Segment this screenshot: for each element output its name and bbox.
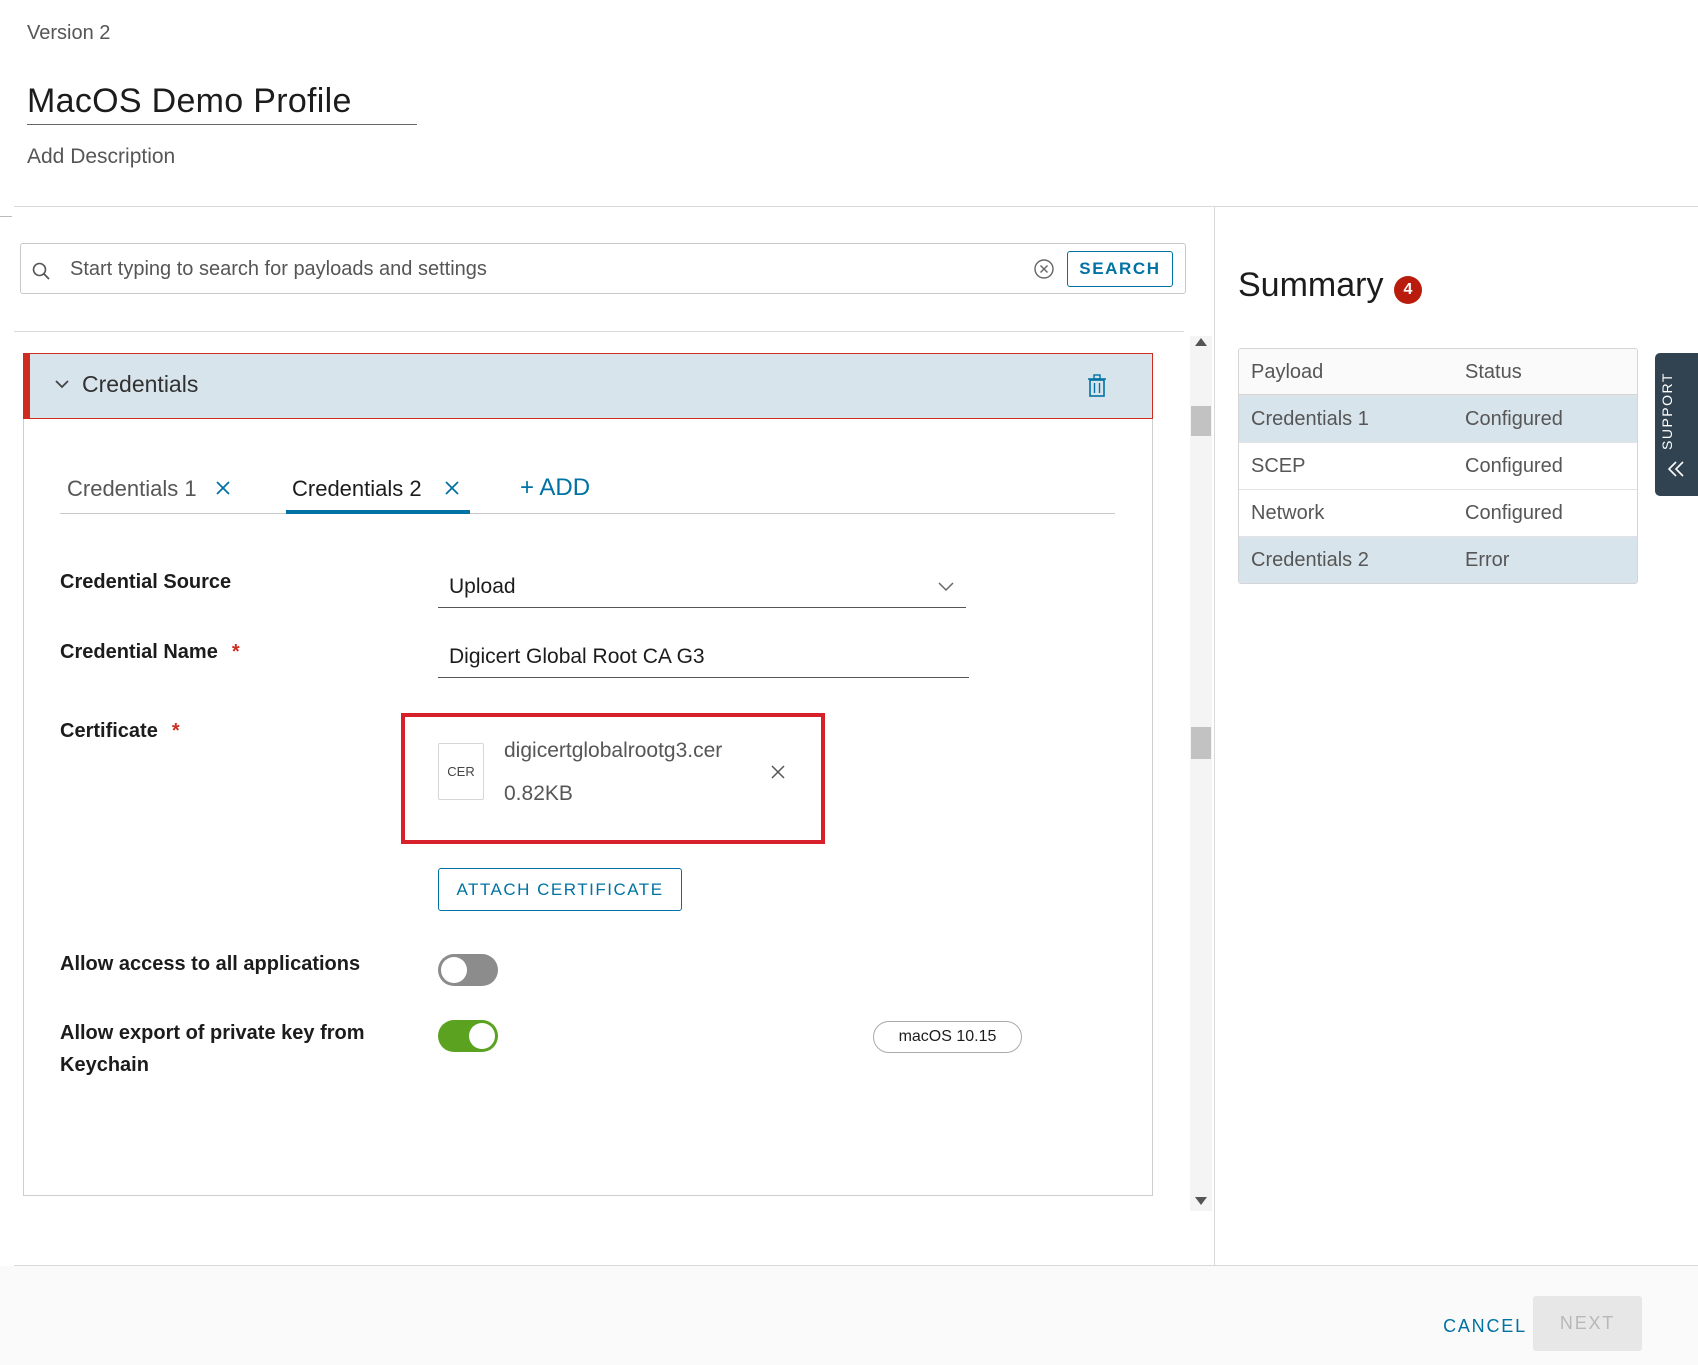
toggle-knob: [441, 957, 467, 983]
credential-name-label-text: Credential Name: [60, 641, 218, 663]
title-underline: [27, 124, 417, 125]
close-tab-icon[interactable]: [443, 479, 461, 497]
row-payload: Credentials 1: [1251, 408, 1369, 430]
table-row[interactable]: Network Configured: [1239, 489, 1637, 536]
trash-icon[interactable]: [1087, 374, 1107, 397]
footer-divider: [14, 1265, 1698, 1266]
required-mark: *: [231, 641, 240, 663]
scroll-down-arrow-icon[interactable]: [1195, 1197, 1207, 1205]
left-edge-tick: [0, 216, 12, 217]
scrollbar-thumb[interactable]: [1191, 406, 1211, 436]
clear-search-icon[interactable]: [1033, 258, 1055, 280]
certificate-file-icon: CER: [438, 743, 484, 800]
scroll-up-arrow-icon[interactable]: [1195, 338, 1207, 346]
search-icon: [32, 262, 50, 280]
version-label: Version 2: [27, 22, 111, 44]
table-row[interactable]: Credentials 1 Configured: [1239, 395, 1637, 442]
allow-export-toggle[interactable]: [438, 1020, 498, 1052]
summary-divider: [1214, 206, 1215, 1266]
scrollbar-marker[interactable]: [1191, 727, 1211, 759]
add-description-link[interactable]: Add Description: [27, 145, 175, 169]
row-status: Configured: [1465, 408, 1563, 430]
allow-access-toggle[interactable]: [438, 954, 498, 986]
search-input[interactable]: [70, 255, 1010, 283]
search-divider: [14, 331, 1184, 332]
search-button[interactable]: SEARCH: [1067, 251, 1173, 287]
allow-access-label: Allow access to all applications: [60, 953, 361, 975]
row-status: Error: [1465, 549, 1510, 571]
table-row[interactable]: SCEP Configured: [1239, 442, 1637, 489]
required-mark: *: [171, 720, 180, 742]
profile-title[interactable]: MacOS Demo Profile: [27, 82, 352, 121]
tabs-baseline: [60, 513, 1115, 514]
panel-title: Credentials: [82, 371, 199, 397]
active-tab-indicator: [286, 510, 470, 514]
column-header-payload: Payload: [1251, 361, 1324, 383]
table-row[interactable]: Credentials 2 Error: [1239, 536, 1637, 583]
column-header-status: Status: [1465, 361, 1522, 383]
select-underline: [438, 607, 966, 608]
credential-name-input[interactable]: Digicert Global Root CA G3: [449, 645, 705, 669]
row-payload: Credentials 2: [1251, 549, 1369, 571]
summary-table-header: Payload Status: [1239, 349, 1637, 395]
certificate-file-name: digicertglobalrootg3.cer: [504, 739, 723, 762]
row-status: Configured: [1465, 502, 1563, 524]
input-underline: [438, 677, 969, 678]
tab-credentials-1[interactable]: Credentials 1: [67, 476, 197, 502]
support-label[interactable]: SUPPORT: [1659, 372, 1695, 450]
cancel-button[interactable]: CANCEL: [1420, 1307, 1550, 1345]
certificate-label: Certificate *: [60, 720, 180, 743]
credential-source-label: Credential Source: [60, 571, 232, 593]
summary-count-badge: 4: [1394, 276, 1422, 304]
chevron-down-icon[interactable]: [938, 582, 954, 592]
credential-source-select[interactable]: Upload: [449, 575, 516, 599]
remove-file-icon[interactable]: [770, 764, 786, 780]
scrollbar-track[interactable]: [1190, 336, 1212, 1211]
add-tab-button[interactable]: + ADD: [520, 474, 590, 502]
close-tab-icon[interactable]: [214, 479, 232, 497]
next-button[interactable]: NEXT: [1533, 1296, 1642, 1351]
certificate-label-text: Certificate: [60, 720, 158, 742]
attach-certificate-button[interactable]: ATTACH CERTIFICATE: [438, 868, 682, 911]
tab-credentials-2[interactable]: Credentials 2: [292, 476, 422, 502]
os-version-badge: macOS 10.15: [873, 1021, 1022, 1053]
allow-export-label: Allow export of private key from Keychai…: [60, 1022, 365, 1076]
credential-name-label: Credential Name *: [60, 641, 240, 664]
summary-title: Summary: [1238, 266, 1384, 304]
row-payload: Network: [1251, 502, 1325, 524]
row-status: Configured: [1465, 455, 1563, 477]
toggle-knob: [469, 1023, 495, 1049]
chevron-down-icon[interactable]: [54, 378, 70, 390]
summary-table: Payload Status Credentials 1 Configured …: [1238, 348, 1638, 584]
certificate-file-size: 0.82KB: [504, 782, 573, 805]
header-divider: [14, 206, 1698, 207]
double-chevron-left-icon[interactable]: [1667, 461, 1685, 477]
row-payload: SCEP: [1251, 455, 1306, 477]
